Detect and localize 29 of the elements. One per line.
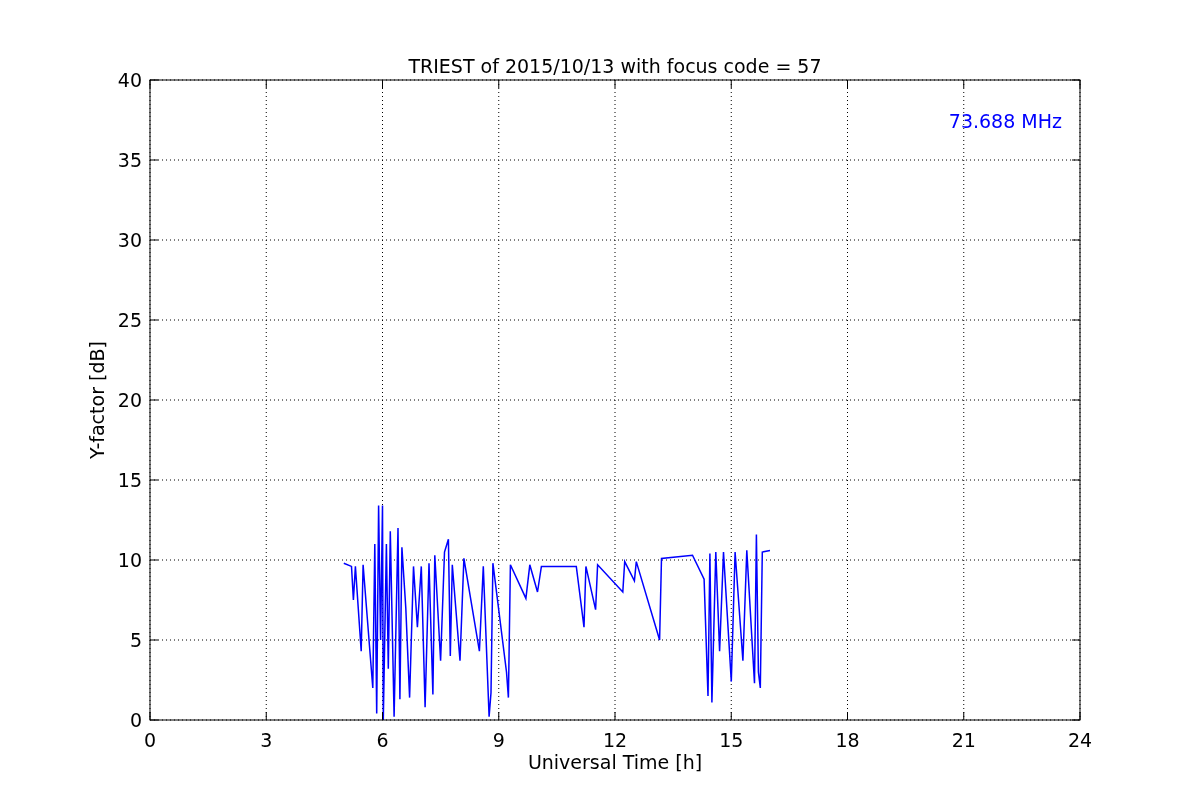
x-tick-label: 0 (143, 729, 157, 751)
y-tick-label: 0 (129, 709, 142, 731)
y-axis-label: Y-factor [dB] (86, 341, 108, 459)
y-tick-label: 35 (117, 149, 142, 171)
x-tick-label: 12 (602, 729, 628, 751)
frequency-annotation: 73.688 MHz (948, 110, 1062, 132)
y-tick-label: 25 (117, 309, 142, 331)
x-tick-label: 15 (719, 729, 744, 751)
tick-mark (847, 711, 848, 721)
tick-mark (614, 711, 616, 721)
chart-title: TRIEST of 2015/10/13 with focus code = 57 (408, 55, 822, 77)
y-tick-label: 5 (129, 629, 142, 651)
tick-mark (498, 711, 500, 721)
x-tick-label: 21 (951, 729, 976, 751)
tick-mark (730, 711, 732, 721)
y-tick-label: 40 (117, 69, 142, 91)
x-tick-label: 9 (492, 729, 505, 751)
tick-mark (963, 711, 965, 721)
y-tick-label: 20 (117, 389, 142, 411)
x-tick-label: 3 (260, 729, 273, 751)
x-tick-label: 24 (1067, 729, 1093, 751)
y-tick-label: 10 (117, 549, 142, 571)
x-tick-label: 6 (376, 729, 389, 751)
x-tick-label: 18 (835, 729, 860, 751)
tick-mark (265, 711, 267, 721)
x-axis-label: Universal Time [h] (527, 751, 703, 773)
tick-mark (382, 711, 383, 721)
y-tick-label: 15 (117, 469, 142, 491)
y-tick-label: 30 (117, 229, 142, 251)
